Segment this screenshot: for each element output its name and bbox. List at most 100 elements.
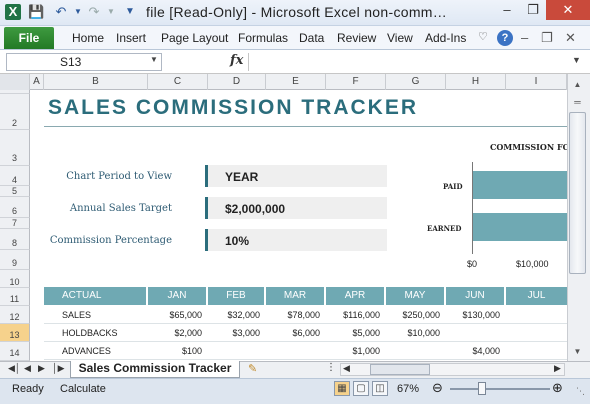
page-break-preview-icon[interactable]: ◫ bbox=[372, 381, 388, 396]
tab-home[interactable]: Home bbox=[72, 31, 104, 45]
row-header-12[interactable]: 12 bbox=[0, 306, 30, 324]
zoom-slider-thumb[interactable] bbox=[478, 382, 486, 395]
next-sheet-icon[interactable]: ▶ bbox=[38, 363, 45, 374]
insert-worksheet-icon[interactable]: ✎ bbox=[248, 362, 257, 375]
table-cell[interactable] bbox=[506, 324, 567, 342]
tab-view[interactable]: View bbox=[387, 31, 413, 45]
column-header-i[interactable]: I bbox=[506, 74, 567, 90]
undo-dropdown-icon[interactable]: ▼ bbox=[70, 4, 86, 20]
table-cell[interactable]: $2,000 bbox=[148, 324, 208, 342]
row-header-5[interactable]: 5 bbox=[0, 186, 30, 197]
row-header-11[interactable]: 11 bbox=[0, 288, 30, 306]
table-cell[interactable]: $3,000 bbox=[208, 324, 266, 342]
column-header-a[interactable]: A bbox=[30, 74, 44, 90]
save-icon[interactable]: 💾 bbox=[28, 4, 44, 20]
tab-formulas[interactable]: Formulas bbox=[238, 31, 288, 45]
customize-qat-icon[interactable]: ▼ bbox=[122, 4, 138, 20]
window-title: file [Read-Only] - Microsoft Excel non-c… bbox=[146, 4, 448, 20]
help-icon[interactable]: ? bbox=[497, 30, 513, 46]
row-header-9[interactable]: 9 bbox=[0, 250, 30, 270]
row-header-13[interactable]: 13 bbox=[0, 324, 30, 342]
table-cell[interactable] bbox=[266, 342, 326, 360]
minimize-icon[interactable]: – bbox=[494, 0, 520, 20]
scroll-up-icon[interactable]: ▲ bbox=[569, 80, 586, 89]
page-layout-view-icon[interactable]: ▢ bbox=[353, 381, 369, 396]
column-header-g[interactable]: G bbox=[386, 74, 446, 90]
name-box[interactable] bbox=[6, 53, 162, 71]
table-cell[interactable]: $5,000 bbox=[326, 324, 386, 342]
table-cell[interactable]: $32,000 bbox=[208, 306, 266, 324]
table-cell[interactable]: $65,000 bbox=[148, 306, 208, 324]
row-header-10[interactable]: 10 bbox=[0, 270, 30, 288]
chart-title: COMMISSION FO bbox=[490, 142, 570, 152]
table-cell[interactable]: $116,000 bbox=[326, 306, 386, 324]
normal-view-icon[interactable]: ▦ bbox=[334, 381, 350, 396]
table-cell[interactable]: $130,000 bbox=[446, 306, 506, 324]
tab-page-layout[interactable]: Page Layout bbox=[161, 31, 228, 45]
formula-input[interactable] bbox=[248, 53, 568, 71]
prev-sheet-icon[interactable]: ◀ bbox=[24, 363, 31, 374]
table-cell[interactable] bbox=[208, 342, 266, 360]
chart-bar-paid bbox=[473, 171, 567, 199]
column-header-e[interactable]: E bbox=[266, 74, 326, 90]
split-handle-icon[interactable]: ═ bbox=[569, 97, 586, 107]
table-header-mar: MAR bbox=[266, 287, 324, 305]
close-icon[interactable]: ✕ bbox=[546, 0, 590, 20]
last-sheet-icon[interactable]: │▶ bbox=[52, 363, 65, 374]
table-cell[interactable]: $250,000 bbox=[386, 306, 446, 324]
tab-review[interactable]: Review bbox=[337, 31, 376, 45]
row-header-2[interactable]: 2 bbox=[0, 94, 30, 130]
tab-split-handle-icon[interactable]: ⋮ bbox=[326, 362, 336, 373]
chart-category-earned: EARNED bbox=[427, 224, 462, 233]
horizontal-scroll-thumb[interactable] bbox=[370, 364, 430, 375]
scroll-down-icon[interactable]: ▼ bbox=[569, 347, 586, 356]
column-header-c[interactable]: C bbox=[148, 74, 208, 90]
table-cell[interactable]: $6,000 bbox=[266, 324, 326, 342]
minimize-ribbon-icon[interactable]: ♡ bbox=[478, 30, 488, 43]
sheet-tab-sales-commission-tracker[interactable]: Sales Commission Tracker bbox=[70, 361, 240, 378]
status-calculate[interactable]: Calculate bbox=[60, 383, 106, 395]
title-divider bbox=[44, 126, 567, 127]
resize-grip-icon[interactable]: ⋱ bbox=[576, 386, 585, 397]
insert-function-icon[interactable]: fx bbox=[230, 53, 243, 68]
table-cell[interactable]: $4,000 bbox=[446, 342, 506, 360]
table-cell[interactable] bbox=[446, 324, 506, 342]
tab-add-ins[interactable]: Add-Ins bbox=[425, 31, 466, 45]
vertical-scroll-thumb[interactable] bbox=[569, 112, 586, 274]
zoom-out-icon[interactable]: ⊖ bbox=[432, 380, 443, 396]
expand-formula-bar-icon[interactable]: ▼ bbox=[572, 55, 581, 65]
zoom-level[interactable]: 67% bbox=[397, 383, 419, 395]
first-sheet-icon[interactable]: ◀│ bbox=[8, 363, 21, 374]
restore-icon[interactable]: ❐ bbox=[520, 0, 546, 20]
name-box-dropdown-icon[interactable]: ▼ bbox=[150, 55, 158, 64]
row-header-3[interactable]: 3 bbox=[0, 130, 30, 166]
table-cell[interactable]: $1,000 bbox=[326, 342, 386, 360]
scroll-right-icon[interactable]: ▶ bbox=[554, 363, 561, 374]
select-all-corner[interactable] bbox=[0, 74, 30, 90]
undo-icon[interactable]: ↶ bbox=[53, 4, 69, 20]
row-header-14[interactable]: 14 bbox=[0, 342, 30, 361]
redo-icon[interactable]: ↷ bbox=[86, 4, 102, 20]
zoom-slider-track[interactable] bbox=[450, 388, 550, 390]
table-cell[interactable]: $78,000 bbox=[266, 306, 326, 324]
column-header-d[interactable]: D bbox=[208, 74, 266, 90]
column-header-b[interactable]: B bbox=[44, 74, 148, 90]
row-header-7[interactable]: 7 bbox=[0, 218, 30, 229]
table-cell[interactable] bbox=[386, 342, 446, 360]
redo-dropdown-icon[interactable]: ▼ bbox=[103, 4, 119, 20]
workbook-restore-icon[interactable]: ❐ bbox=[541, 30, 553, 46]
workbook-close-icon[interactable]: ✕ bbox=[565, 30, 576, 46]
scroll-left-icon[interactable]: ◀ bbox=[343, 363, 350, 374]
table-cell[interactable] bbox=[506, 306, 567, 324]
file-tab[interactable]: File bbox=[4, 27, 54, 49]
tab-data[interactable]: Data bbox=[299, 31, 324, 45]
table-cell[interactable] bbox=[506, 342, 567, 360]
table-cell[interactable]: $10,000 bbox=[386, 324, 446, 342]
tab-insert[interactable]: Insert bbox=[116, 31, 146, 45]
zoom-in-icon[interactable]: ⊕ bbox=[552, 380, 563, 396]
excel-logo-icon[interactable]: X bbox=[5, 4, 21, 20]
workbook-minimize-icon[interactable]: – bbox=[521, 30, 528, 45]
column-header-h[interactable]: H bbox=[446, 74, 506, 90]
table-cell[interactable]: $100 bbox=[148, 342, 208, 360]
column-header-f[interactable]: F bbox=[326, 74, 386, 90]
